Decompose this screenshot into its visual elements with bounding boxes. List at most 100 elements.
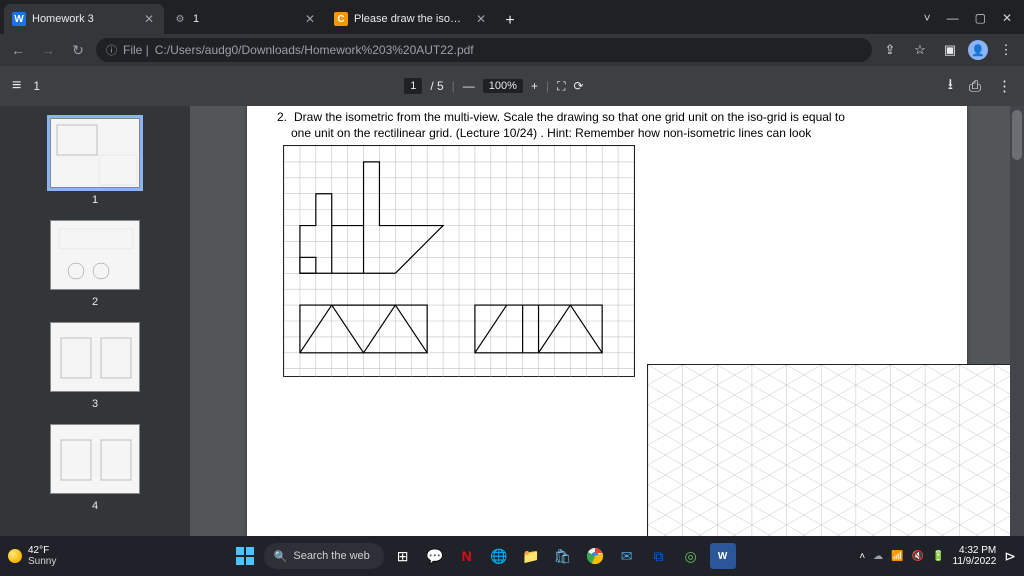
weather-widget[interactable]: 42°F Sunny [8, 545, 108, 567]
search-placeholder: Search the web [293, 550, 369, 562]
page-total: / 5 [430, 79, 443, 93]
zoom-level[interactable]: 100% [483, 79, 523, 93]
close-window-button[interactable]: ✕ [1002, 11, 1012, 25]
profile-avatar[interactable]: 👤 [968, 40, 988, 60]
thumbnail-label: 2 [92, 296, 98, 308]
back-button[interactable]: ← [6, 38, 30, 62]
person-icon: 👤 [971, 44, 985, 57]
wifi-icon[interactable]: 📶 [891, 551, 903, 562]
store-icon[interactable]: 🛍 [550, 543, 576, 569]
thumbnail-3[interactable] [50, 322, 140, 392]
separator: | [452, 79, 455, 93]
sidebar-toggle-button[interactable]: ≡ [12, 77, 21, 95]
separator: | [546, 79, 549, 93]
favicon-w-icon: W [12, 12, 26, 26]
url-path: C:/Users/audg0/Downloads/Homework%203%20… [155, 43, 474, 57]
favicon-gear-icon: ⚙ [173, 12, 187, 26]
rect-grid-svg [284, 146, 634, 377]
netflix-icon[interactable]: N [454, 543, 480, 569]
tab-1[interactable]: ⚙ 1 ✕ [165, 4, 325, 34]
bookmark-button[interactable]: ☆ [908, 38, 932, 62]
tab-label: 1 [193, 13, 299, 25]
question-line2: one unit on the rectilinear grid. (Lectu… [291, 126, 811, 142]
minimize-button[interactable]: — [947, 11, 959, 25]
url-bar: ← → ↻ ⓘ File | C:/Users/audg0/Downloads/… [0, 34, 1024, 66]
browser-titlebar: W Homework 3 ✕ ⚙ 1 ✕ C Please draw the i… [0, 0, 1024, 34]
taskbar-search[interactable]: 🔍 Search the web [264, 543, 384, 569]
battery-icon[interactable]: 🔋 [932, 551, 944, 562]
rotate-button[interactable]: ⟳ [573, 79, 583, 93]
tab-strip: W Homework 3 ✕ ⚙ 1 ✕ C Please draw the i… [0, 2, 912, 34]
search-icon: 🔍 [274, 550, 288, 563]
app-icon[interactable]: ◎ [678, 543, 704, 569]
condition: Sunny [28, 556, 56, 567]
thumbnail-panel: 1 2 3 4 [0, 106, 190, 536]
iso-grid-svg [648, 365, 1024, 536]
window-controls: ˅ — ▢ ✕ [912, 2, 1024, 34]
forward-button[interactable]: → [36, 38, 60, 62]
isometric-grid [647, 364, 1024, 536]
pdf-page: 2. Draw the isometric from the multi-vie… [247, 106, 967, 536]
task-view-button[interactable]: ⊞ [390, 543, 416, 569]
thumbnail-label: 3 [92, 398, 98, 410]
reload-button[interactable]: ↻ [66, 38, 90, 62]
zoom-in-button[interactable]: + [531, 79, 538, 93]
taskbar-center: 🔍 Search the web ⊞ 💬 N 🌐 📁 🛍 ✉ ⧉ ◎ W [116, 543, 851, 569]
start-button[interactable] [232, 543, 258, 569]
pdf-toolbar: ≡ 1 1 / 5 | — 100% + | ⛶ ⟳ ⭳ ⎙ ⋮ [0, 66, 1024, 106]
dropbox-icon[interactable]: ⧉ [646, 543, 672, 569]
system-tray: ˄ ☁ 📶 🔇 🔋 4:32 PM 11/9/2022 ⊳ [859, 545, 1016, 567]
extensions-button[interactable]: ▣ [938, 38, 962, 62]
word-icon[interactable]: W [710, 543, 736, 569]
thumbnail-2[interactable] [50, 220, 140, 290]
explorer-icon[interactable]: 📁 [518, 543, 544, 569]
share-button[interactable]: ⇪ [878, 38, 902, 62]
tab-label: Please draw the isometric from th [354, 13, 470, 25]
time: 4:32 PM [959, 545, 996, 556]
multiview-grid [283, 145, 635, 377]
chat-app-icon[interactable]: 💬 [422, 543, 448, 569]
onedrive-icon[interactable]: ☁ [873, 551, 883, 562]
thumbnail-1[interactable] [50, 118, 140, 188]
pdf-menu-button[interactable]: ⋮ [997, 77, 1012, 95]
question-line1: Draw the isometric from the multi-view. … [294, 110, 845, 124]
sun-icon [8, 549, 22, 563]
thumbnail-4[interactable] [50, 424, 140, 494]
chrome-icon[interactable] [582, 543, 608, 569]
temperature: 42°F [28, 545, 56, 556]
pdf-viewer: 1 2 3 4 2. Draw the isometric from the m… [0, 106, 1024, 536]
question-number: 2. [277, 110, 291, 126]
print-button[interactable]: ⎙ [969, 78, 981, 95]
tab-chegg[interactable]: C Please draw the isometric from th ✕ [326, 4, 496, 34]
document-area[interactable]: 2. Draw the isometric from the multi-vie… [190, 106, 1024, 536]
notifications-button[interactable]: ⊳ [1004, 548, 1016, 565]
tab-homework3[interactable]: W Homework 3 ✕ [4, 4, 164, 34]
tab-close-icon[interactable]: ✕ [144, 13, 156, 25]
thumbnail-label: 1 [92, 194, 98, 206]
new-tab-button[interactable]: + [497, 8, 523, 34]
page-number-input[interactable]: 1 [404, 78, 422, 94]
tab-label: Homework 3 [32, 13, 138, 25]
clock[interactable]: 4:32 PM 11/9/2022 [953, 545, 997, 567]
favicon-c-icon: C [334, 12, 348, 26]
file-icon: ⓘ [106, 42, 117, 58]
fit-page-button[interactable]: ⛶ [557, 79, 565, 94]
url-prefix: File | [123, 43, 149, 57]
tray-chevron-icon[interactable]: ˄ [859, 551, 865, 562]
pdf-title: 1 [33, 79, 40, 93]
download-button[interactable]: ⭳ [948, 74, 953, 99]
omnibox[interactable]: ⓘ File | C:/Users/audg0/Downloads/Homewo… [96, 38, 872, 62]
mail-icon[interactable]: ✉ [614, 543, 640, 569]
tab-close-icon[interactable]: ✕ [476, 13, 488, 25]
question-text: 2. Draw the isometric from the multi-vie… [247, 106, 967, 143]
edge-icon[interactable]: 🌐 [486, 543, 512, 569]
zoom-out-button[interactable]: — [463, 79, 475, 93]
thumbnail-label: 4 [92, 500, 98, 512]
tab-close-icon[interactable]: ✕ [305, 13, 317, 25]
maximize-button[interactable]: ▢ [975, 11, 986, 25]
chrome-menu-button[interactable]: ⋮ [994, 38, 1018, 62]
chevron-down-icon[interactable]: ˅ [924, 11, 931, 25]
document-scrollbar[interactable] [1010, 106, 1024, 536]
date: 11/9/2022 [953, 556, 997, 567]
volume-icon[interactable]: 🔇 [912, 551, 924, 562]
